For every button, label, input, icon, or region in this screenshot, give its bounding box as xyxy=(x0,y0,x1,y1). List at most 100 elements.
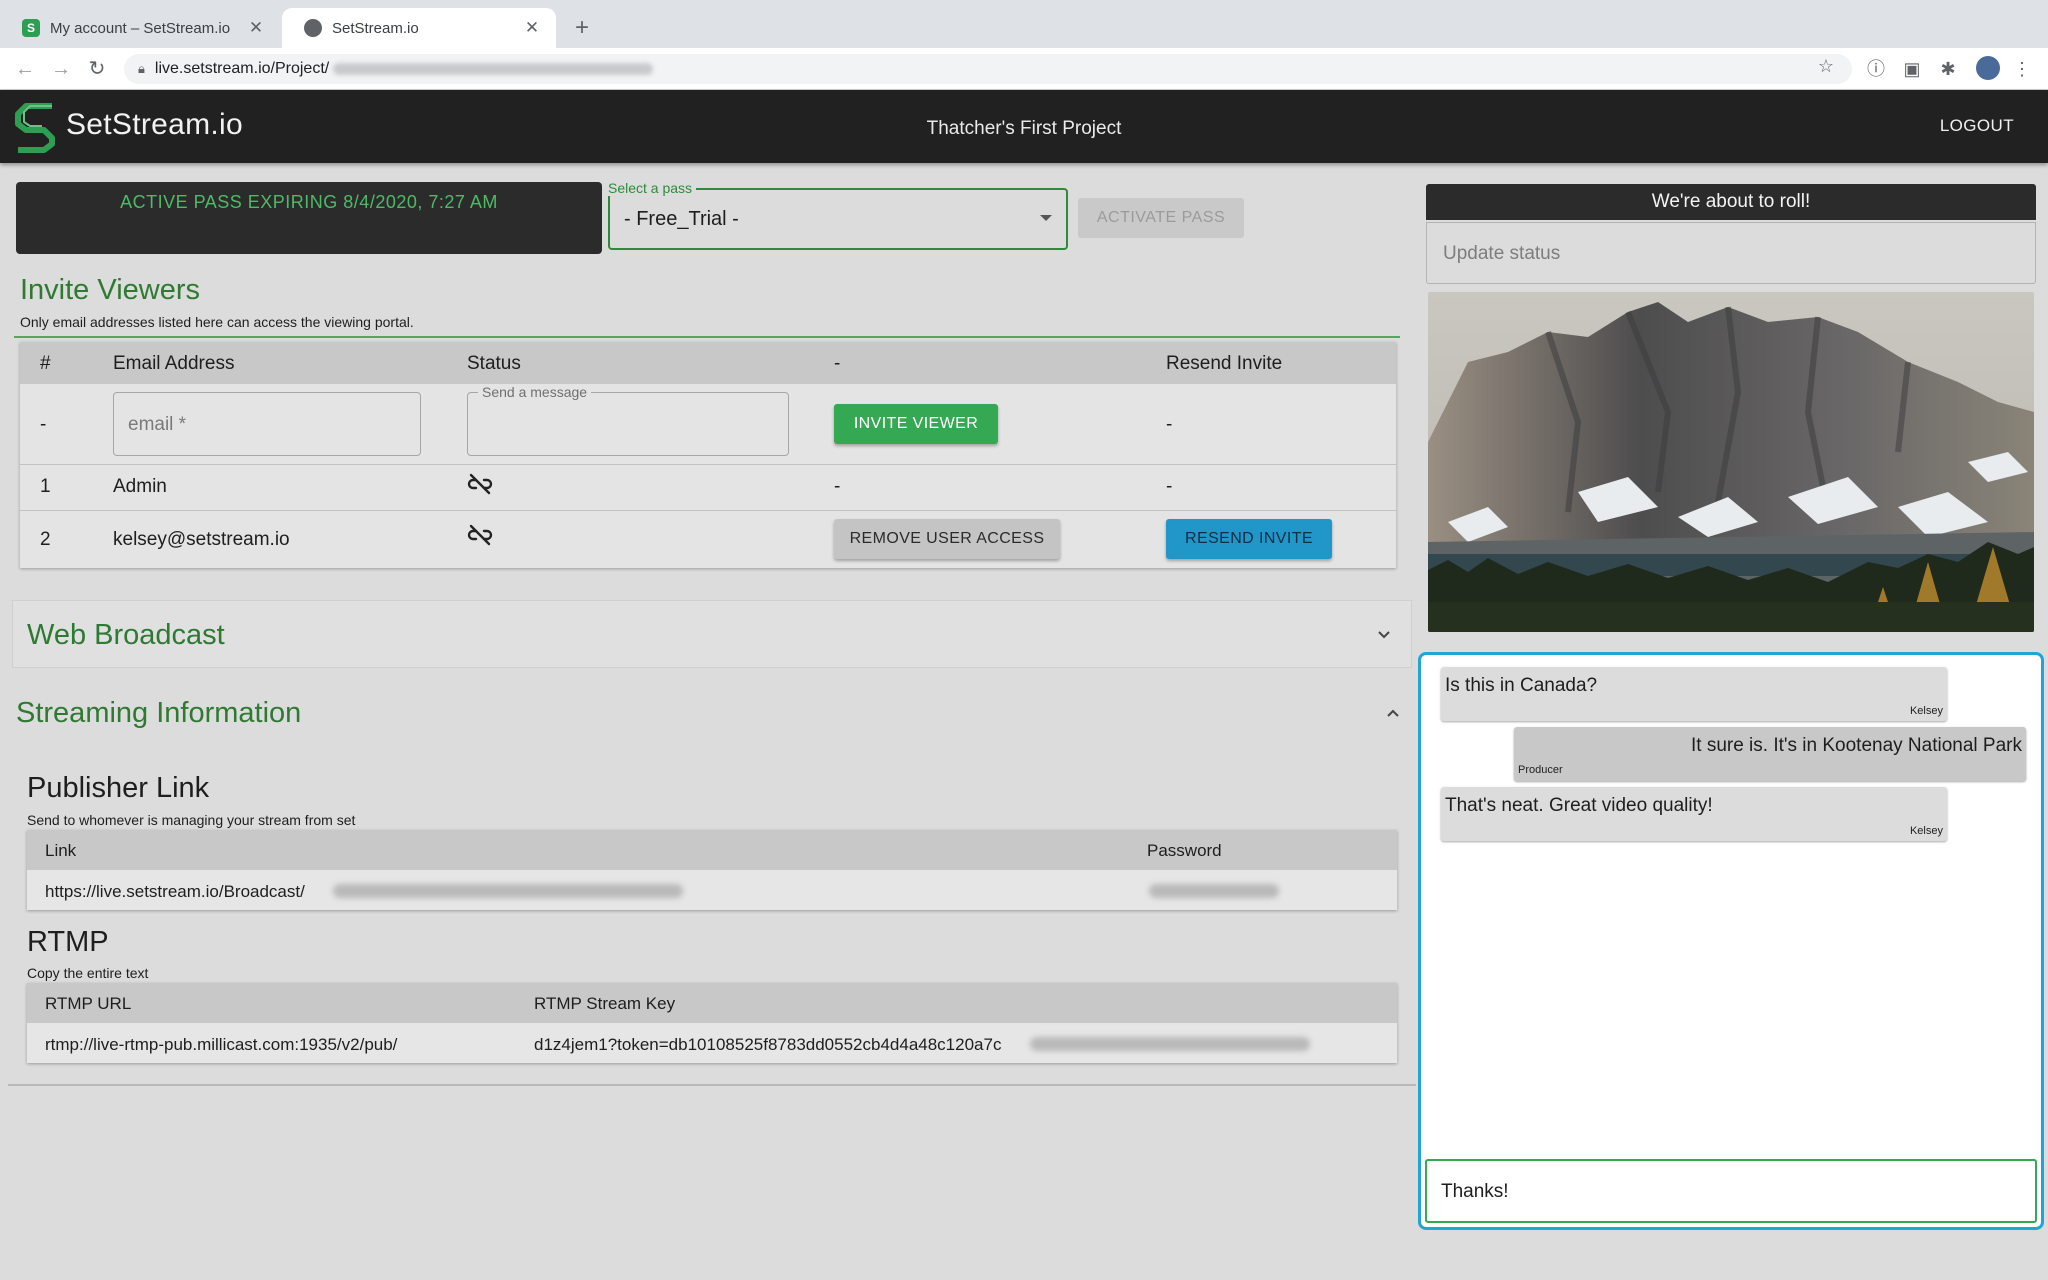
publisher-link-value[interactable]: https://live.setstream.io/Broadcast/ xyxy=(45,882,305,902)
browser-tab-setstream[interactable]: SetStream.io ✕ xyxy=(282,8,556,48)
menu-dots-icon[interactable]: ⋮ xyxy=(2010,57,2034,81)
column-header-rtmp-url: RTMP URL xyxy=(45,994,132,1013)
chat-message-author: Producer xyxy=(1518,764,1563,776)
url-text: live.setstream.io/Project/ xyxy=(154,60,330,77)
invite-table: # Email Address Status - Resend Invite -… xyxy=(20,342,1396,568)
email-input[interactable]: email * xyxy=(113,392,421,456)
chevron-up-icon[interactable] xyxy=(1386,706,1400,720)
browser-tab-my-account[interactable]: S My account – SetStream.io ✕ xyxy=(0,8,280,48)
rtmp-title: RTMP xyxy=(27,926,109,958)
web-broadcast-title: Web Broadcast xyxy=(27,619,225,651)
chat-panel: Is this in Canada? Kelsey It sure is. It… xyxy=(1418,652,2044,1230)
row-number: 1 xyxy=(40,476,51,497)
invite-viewer-button[interactable]: INVITE VIEWER xyxy=(834,404,998,444)
status-banner: We're about to roll! xyxy=(1426,184,2036,220)
column-header-link: Link xyxy=(45,841,77,860)
chat-message: Is this in Canada? Kelsey xyxy=(1441,667,1947,721)
chevron-down-icon[interactable] xyxy=(1377,628,1391,642)
message-label: Send a message xyxy=(478,384,592,400)
row-resend: - xyxy=(1166,476,1173,497)
url-redacted xyxy=(333,63,654,75)
chat-message-text: Is this in Canada? xyxy=(1445,675,1598,696)
chat-message-author: Kelsey xyxy=(1909,825,1943,837)
section-divider xyxy=(8,1084,1416,1086)
pass-select[interactable]: Select a pass - Free_Trial - xyxy=(608,180,1068,250)
chat-message: That's neat. Great video quality! Kelsey xyxy=(1441,787,1947,841)
web-broadcast-accordion[interactable]: Web Broadcast xyxy=(12,600,1412,668)
row-number: 2 xyxy=(40,529,51,550)
address-bar[interactable]: 🔒︎ live.setstream.io/Project/ ☆ xyxy=(124,54,1852,84)
chat-input-value: Thanks! xyxy=(1441,1181,1509,1202)
chat-message-author: Kelsey xyxy=(1909,705,1943,717)
column-header-action: - xyxy=(834,353,841,374)
remove-user-access-button[interactable]: REMOVE USER ACCESS xyxy=(834,519,1060,559)
column-header-email: Email Address xyxy=(113,353,235,374)
column-header-resend: Resend Invite xyxy=(1166,353,1283,374)
active-pass-banner: ACTIVE PASS EXPIRING 8/4/2020, 7:27 AM xyxy=(16,182,602,254)
profile-avatar[interactable] xyxy=(1976,56,2000,80)
invite-table-header: # Email Address Status - Resend Invite xyxy=(20,342,1396,384)
update-status-input[interactable]: Update status xyxy=(1426,222,2036,284)
chat-message-text: It sure is. It's in Kootenay National Pa… xyxy=(1690,735,2022,756)
dropdown-arrow-icon xyxy=(1040,215,1052,221)
logout-button[interactable]: LOGOUT xyxy=(1940,116,2014,136)
pass-select-label: Select a pass xyxy=(608,180,697,196)
setstream-favicon-icon: S xyxy=(22,19,40,37)
stream-key-redacted xyxy=(1030,1037,1310,1051)
rtmp-table-header: RTMP URL RTMP Stream Key xyxy=(27,983,1397,1023)
invite-viewers-subtitle: Only email addresses listed here can acc… xyxy=(20,314,414,330)
setstream-logo-icon[interactable] xyxy=(12,98,58,156)
unlinked-status-icon xyxy=(467,524,493,546)
publisher-link-title: Publisher Link xyxy=(27,772,210,804)
invite-viewers-title: Invite Viewers xyxy=(20,274,200,306)
chat-message-input[interactable]: Thanks! xyxy=(1425,1159,2037,1223)
publisher-table-header: Link Password xyxy=(27,830,1397,870)
column-header-number: # xyxy=(40,353,51,374)
unlinked-status-icon xyxy=(467,473,493,495)
pass-select-value: - Free_Trial - xyxy=(624,208,739,230)
back-arrow-icon[interactable]: ← xyxy=(12,56,38,82)
new-row-resend: - xyxy=(1166,414,1173,435)
update-status-placeholder: Update status xyxy=(1443,243,1561,264)
browser-toolbar: ← → ↻ 🔒︎ live.setstream.io/Project/ ☆ ⓘ … xyxy=(0,48,2048,90)
tab-title: My account – SetStream.io xyxy=(50,19,231,37)
globe-favicon-icon xyxy=(304,19,322,37)
app-header: SetStream.io Thatcher's First Project LO… xyxy=(0,90,2048,163)
row-action: - xyxy=(834,476,841,497)
publisher-link-subtitle: Send to whomever is managing your stream… xyxy=(27,812,356,828)
video-preview[interactable] xyxy=(1428,292,2034,632)
message-input[interactable]: Send a message xyxy=(467,384,789,456)
publisher-link-redacted xyxy=(333,884,683,898)
rtmp-subtitle: Copy the entire text xyxy=(27,965,149,981)
column-header-password: Password xyxy=(1147,841,1222,860)
rtmp-stream-key-value[interactable]: d1z4jem1?token=db10108525f8783dd0552cb4d… xyxy=(534,1035,1001,1055)
email-placeholder: email * xyxy=(128,414,187,435)
brand-name[interactable]: SetStream.io xyxy=(66,108,243,142)
close-tab-icon[interactable]: ✕ xyxy=(246,18,266,38)
publisher-link-table: Link Password https://live.setstream.io/… xyxy=(27,830,1397,910)
streaming-information-title[interactable]: Streaming Information xyxy=(16,697,301,730)
row-divider xyxy=(20,510,1396,511)
password-key-icon[interactable]: ⓘ xyxy=(1864,57,1888,81)
chat-message: It sure is. It's in Kootenay National Pa… xyxy=(1514,727,2026,781)
column-header-status: Status xyxy=(467,353,521,374)
lock-icon: 🔒︎ xyxy=(138,61,145,76)
new-tab-icon[interactable]: + xyxy=(570,14,594,42)
chat-message-text: That's neat. Great video quality! xyxy=(1445,795,1713,816)
bookmark-star-icon[interactable]: ☆ xyxy=(1814,54,1838,78)
column-header-stream-key: RTMP Stream Key xyxy=(534,994,676,1013)
row-divider xyxy=(20,464,1396,465)
extension-icon[interactable]: ▣ xyxy=(1900,57,1924,81)
reload-icon[interactable]: ↻ xyxy=(84,56,110,82)
tab-title: SetStream.io xyxy=(332,19,419,37)
section-divider xyxy=(14,336,1400,338)
activate-pass-button[interactable]: ACTIVATE PASS xyxy=(1078,198,1244,238)
puzzle-extensions-icon[interactable]: ✱ xyxy=(1936,57,1960,81)
forward-arrow-icon[interactable]: → xyxy=(48,56,74,82)
rtmp-url-value[interactable]: rtmp://live-rtmp-pub.millicast.com:1935/… xyxy=(45,1035,397,1055)
project-title: Thatcher's First Project xyxy=(926,118,1122,139)
row-email: kelsey@setstream.io xyxy=(113,529,290,550)
password-redacted xyxy=(1149,884,1279,898)
close-tab-icon[interactable]: ✕ xyxy=(522,18,542,38)
resend-invite-button[interactable]: RESEND INVITE xyxy=(1166,519,1332,559)
